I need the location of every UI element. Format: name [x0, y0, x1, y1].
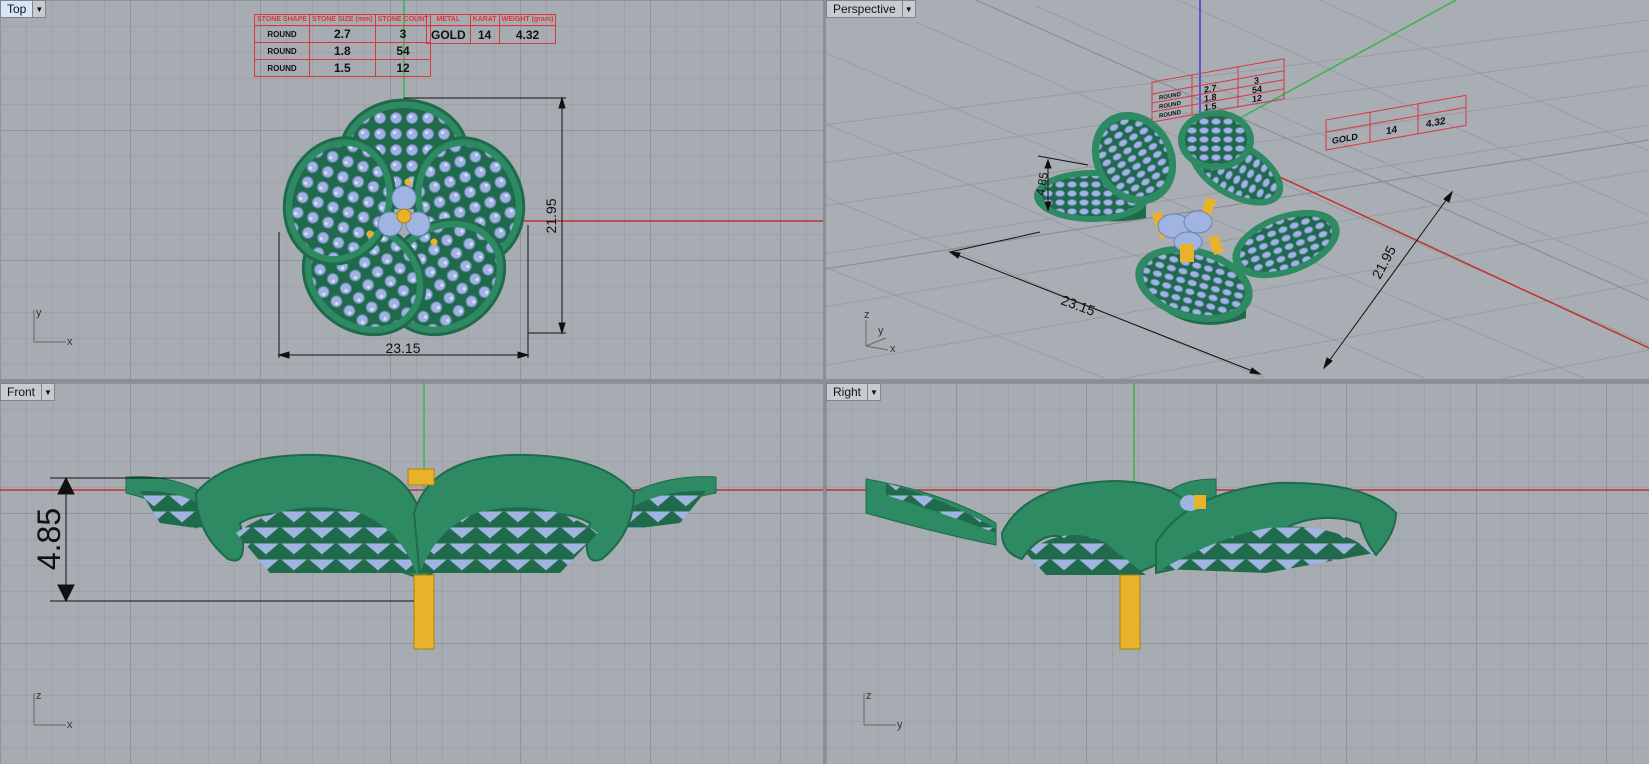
- front-viewport-label[interactable]: Front ▼: [0, 383, 56, 401]
- top-viewport-label[interactable]: Top ▼: [0, 0, 47, 18]
- stone-header: STONE COUNT: [374, 14, 432, 26]
- p-metal-weight: 4.32: [1426, 116, 1446, 130]
- top-height-label: 21.95: [543, 198, 559, 233]
- metal-name: GOLD: [426, 25, 471, 44]
- stone-shape: ROUND: [253, 25, 311, 43]
- viewport-name: Top: [1, 1, 33, 17]
- chevron-down-icon[interactable]: ▼: [901, 1, 915, 17]
- metal-table: METAL KARAT WEIGHT (gram) GOLD 14 4.32: [426, 14, 557, 44]
- petal-far-left: [865, 478, 997, 546]
- stone-count: 12: [374, 59, 432, 77]
- perspective-scene: ROUND ROUND ROUND 2.7 1.8 1.5 3 54 12 GO…: [826, 0, 1649, 379]
- petal-left: [194, 453, 421, 580]
- viewport-name: Right: [833, 385, 862, 399]
- front-viewport[interactable]: Front ▼ 4.85 z x: [0, 383, 823, 764]
- petal-right: [412, 453, 636, 580]
- gizmo-label-x: x: [67, 336, 73, 348]
- chevron-down-icon[interactable]: ▼: [41, 384, 54, 400]
- front-height-label: 4.85: [31, 508, 67, 570]
- gizmo-label-x: x: [890, 343, 896, 355]
- gold-prong: [407, 468, 435, 486]
- chevron-down-icon[interactable]: ▼: [32, 1, 45, 17]
- perspective-width-label: 23.15: [1059, 292, 1098, 319]
- metal-header: METAL: [426, 14, 471, 26]
- gizmo-label-z: z: [36, 690, 42, 702]
- stone-header: STONE SIZE (mm): [309, 14, 376, 26]
- stone-count: 3: [374, 25, 432, 43]
- stone-size: 2.7: [309, 25, 376, 43]
- metal-header: WEIGHT (gram): [498, 14, 557, 26]
- stone-table: STONE SHAPE STONE SIZE (mm) STONE COUNT …: [253, 14, 432, 77]
- top-viewport[interactable]: Top ▼ STONE SHAPE STONE SIZE (mm) STONE …: [0, 0, 823, 379]
- viewport-name: Perspective: [833, 2, 896, 16]
- gizmo-label-x: x: [67, 719, 73, 731]
- right-viewport[interactable]: Right ▼ z y: [826, 383, 1649, 764]
- stone-shape: ROUND: [253, 59, 311, 77]
- gizmo-label-y: y: [36, 307, 42, 319]
- metal-weight: 4.32: [498, 25, 557, 44]
- gold-post: [1119, 574, 1141, 650]
- gold-post: [413, 574, 435, 650]
- axis-gizmo: [865, 320, 889, 351]
- stone-header: STONE SHAPE: [253, 14, 311, 26]
- perspective-metal-table: GOLD 14 4.32: [1325, 94, 1467, 151]
- stone-size: 1.5: [309, 59, 376, 77]
- petal: [1178, 110, 1254, 170]
- flower-top: [282, 98, 526, 337]
- p-metal-karat: 14: [1386, 124, 1398, 137]
- front-scene: 4.85 z x: [0, 383, 823, 731]
- gizmo-label-z: z: [866, 690, 872, 702]
- right-scene: z y: [826, 383, 1649, 731]
- gizmo-label-y: y: [897, 719, 903, 731]
- metal-header: KARAT: [469, 14, 500, 26]
- metal-karat: 14: [469, 25, 500, 44]
- perspective-dim-depth: [1323, 190, 1453, 370]
- chevron-down-icon[interactable]: ▼: [867, 384, 880, 400]
- perspective-viewport[interactable]: Perspective ▼ ROUND ROUND ROUND 2.7 1.8 …: [826, 0, 1649, 379]
- perspective-viewport-label[interactable]: Perspective ▼: [826, 0, 916, 18]
- p-stone-count: 12: [1252, 93, 1262, 105]
- gizmo-label-y: y: [878, 325, 884, 337]
- stone-size: 1.8: [309, 42, 376, 60]
- gizmo-label-z: z: [864, 309, 870, 321]
- gold-prong: [1194, 495, 1206, 509]
- p-stone-shape: ROUND: [1159, 110, 1182, 120]
- right-viewport-label[interactable]: Right ▼: [826, 383, 882, 401]
- stone-count: 54: [374, 42, 432, 60]
- viewport-name: Front: [7, 385, 36, 399]
- p-metal-name: GOLD: [1332, 131, 1358, 146]
- perspective-depth-label: 21.95: [1369, 243, 1400, 282]
- stone-shape: ROUND: [253, 42, 311, 60]
- top-width-label: 23.15: [385, 340, 420, 356]
